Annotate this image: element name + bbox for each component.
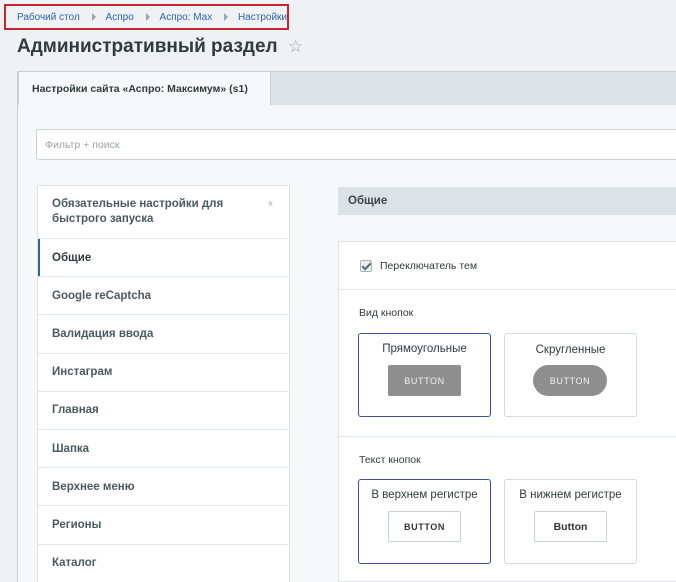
settings-panel: Обязательные настройки для быстрого запу… xyxy=(17,105,676,582)
option-uppercase[interactable]: В верхнем регистре BUTTON xyxy=(358,479,491,564)
option-title: В верхнем регистре xyxy=(371,489,478,501)
sidebar-item-input-validation[interactable]: Валидация ввода xyxy=(38,315,289,354)
sample-button-lowercase: Button xyxy=(534,511,607,542)
sidebar-item-label: Каталог xyxy=(52,557,97,570)
sidebar-item-top-menu[interactable]: Верхнее меню xyxy=(38,468,289,507)
sidebar-item-google-recaptcha[interactable]: Google reCaptcha xyxy=(38,277,289,316)
sidebar-item-label: Общие xyxy=(52,251,92,264)
chevron-right-icon xyxy=(91,13,96,21)
theme-switcher-checkbox[interactable] xyxy=(360,259,372,272)
star-icon[interactable]: ☆ xyxy=(288,37,303,57)
option-title: Скругленные xyxy=(535,344,606,356)
sidebar-item-required-settings[interactable]: Обязательные настройки для быстрого запу… xyxy=(38,186,289,239)
chevron-right-icon xyxy=(224,13,228,21)
theme-switcher-row: Переключатель тем xyxy=(339,242,676,290)
sidebar-item-catalog[interactable]: Каталог xyxy=(38,545,289,582)
breadcrumb: Рабочий стол Аспро Аспро: Max Настройки xyxy=(4,4,289,30)
chevron-right-icon xyxy=(145,13,150,21)
option-title: В нижнем регистре xyxy=(519,489,622,501)
button-style-group: Вид кнопок Прямоугольные BUTTON Скруглен… xyxy=(339,290,676,437)
option-lowercase[interactable]: В нижнем регистре Button xyxy=(504,479,637,564)
breadcrumb-link-settings[interactable]: Настройки xyxy=(238,12,287,23)
theme-switcher-label: Переключатель тем xyxy=(380,259,478,272)
sample-button-rounded: BUTTON xyxy=(533,365,607,396)
filter-search-input[interactable] xyxy=(36,129,676,160)
section-title: Общие xyxy=(338,187,676,215)
sidebar-item-label: Инстаграм xyxy=(52,366,113,379)
required-asterisk-icon: * xyxy=(267,198,273,213)
sidebar-item-instagram[interactable]: Инстаграм xyxy=(38,354,289,392)
sidebar-item-label: Регионы xyxy=(52,518,102,531)
option-rounded[interactable]: Скругленные BUTTON xyxy=(504,333,637,417)
sidebar-item-main[interactable]: Главная xyxy=(38,392,289,430)
button-text-label: Текст кнопок xyxy=(359,454,421,466)
sidebar-item-regions[interactable]: Регионы xyxy=(38,506,289,545)
section-content: Переключатель тем Вид кнопок Прямоугольн… xyxy=(338,241,676,582)
button-text-group: Текст кнопок В верхнем регистре BUTTON В… xyxy=(339,437,676,582)
sidebar-item-label: Google reCaptcha xyxy=(52,289,152,302)
breadcrumb-link-desktop[interactable]: Рабочий стол xyxy=(17,12,80,23)
sample-button-rectangular: BUTTON xyxy=(388,365,461,396)
sidebar-item-label: Шапка xyxy=(52,442,90,455)
sidebar-item-header[interactable]: Шапка xyxy=(38,430,289,469)
sidebar-item-label: Верхнее меню xyxy=(52,480,135,493)
sidebar-item-label: Валидация ввода xyxy=(52,327,154,340)
sidebar-item-label: Обязательные настройки для быстрого запу… xyxy=(52,198,224,225)
button-style-label: Вид кнопок xyxy=(359,307,414,319)
option-rectangular[interactable]: Прямоугольные BUTTON xyxy=(358,333,491,417)
sample-button-uppercase: BUTTON xyxy=(388,511,461,542)
tab-bar: Настройки сайта «Аспро: Максимум» (s1) xyxy=(17,71,676,106)
tab-site-settings[interactable]: Настройки сайта «Аспро: Максимум» (s1) xyxy=(18,71,271,106)
page-title: Административный раздел xyxy=(17,36,278,57)
breadcrumb-link-aspro[interactable]: Аспро xyxy=(106,12,134,23)
sidebar-item-label: Главная xyxy=(52,404,99,417)
settings-sidebar: Обязательные настройки для быстрого запу… xyxy=(37,185,290,582)
option-title: Прямоугольные xyxy=(382,343,467,355)
breadcrumb-link-aspro-max[interactable]: Аспро: Max xyxy=(160,12,213,23)
sidebar-item-general[interactable]: Общие xyxy=(38,239,289,278)
